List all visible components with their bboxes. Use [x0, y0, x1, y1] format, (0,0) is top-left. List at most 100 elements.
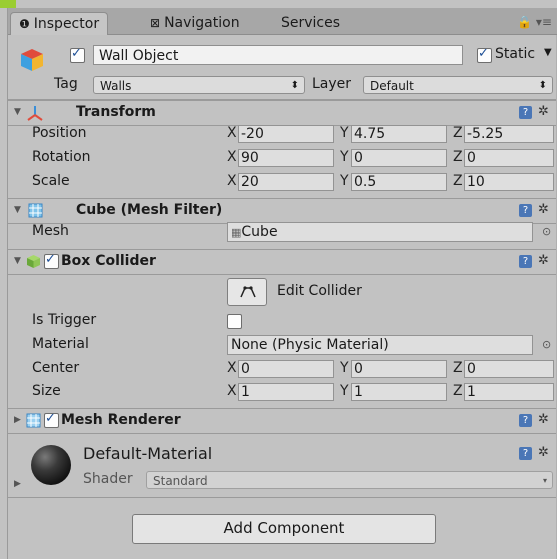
- center-label: Center: [32, 360, 80, 376]
- rotation-x-field[interactable]: 90: [238, 149, 334, 167]
- layer-value: Default: [370, 79, 414, 93]
- help-icon[interactable]: ?: [519, 447, 532, 460]
- physic-material-field[interactable]: None (Physic Material): [227, 335, 533, 355]
- foldout-arrow-icon[interactable]: ▼: [14, 205, 21, 215]
- mesh-renderer-enabled-checkbox[interactable]: [44, 411, 59, 428]
- mesh-renderer-title: Mesh Renderer: [61, 412, 181, 428]
- rotation-y-field[interactable]: 0: [351, 149, 447, 167]
- axis-x-label: X: [227, 173, 237, 189]
- info-icon: ❶: [19, 17, 30, 31]
- size-x-field[interactable]: 1: [238, 383, 334, 401]
- axis-y-label: Y: [340, 173, 349, 189]
- axis-y-label: Y: [340, 149, 349, 165]
- edit-collider-button[interactable]: [227, 278, 267, 306]
- axis-y-label: Y: [340, 383, 349, 399]
- active-checkbox[interactable]: [70, 46, 85, 63]
- mesh-filter-title: Cube (Mesh Filter): [76, 202, 223, 218]
- mesh-renderer-icon: [26, 413, 41, 428]
- axis-z-label: Z: [453, 149, 463, 165]
- mesh-renderer-header[interactable]: ▶ Mesh Renderer ? ✲: [8, 408, 557, 434]
- is-trigger-checkbox[interactable]: [227, 314, 242, 329]
- axis-x-label: X: [227, 149, 237, 165]
- transform-header[interactable]: ▼ Transform ? ✲: [8, 100, 557, 126]
- gear-icon[interactable]: ✲: [538, 104, 549, 119]
- material-name: Default-Material: [83, 444, 213, 463]
- mesh-field[interactable]: ▦Cube: [227, 222, 533, 242]
- box-collider-header[interactable]: ▼ Box Collider ? ✲: [8, 249, 557, 275]
- object-picker-icon[interactable]: ⊙: [542, 225, 551, 238]
- box-collider-title: Box Collider: [61, 253, 156, 269]
- mesh-filter-header[interactable]: ▼ Cube (Mesh Filter) ? ✲: [8, 198, 557, 224]
- transform-title: Transform: [76, 104, 156, 120]
- object-picker-icon[interactable]: ⊙: [542, 338, 551, 351]
- lock-menu-icon[interactable]: 🔒 ▾≡: [517, 15, 552, 29]
- shader-value: Standard: [153, 474, 208, 488]
- layer-dropdown[interactable]: Default ⬍: [363, 76, 553, 94]
- tab-services[interactable]: Services: [281, 12, 340, 34]
- material-section: ▶ Default-Material ? ✲ Shader Standard ▾: [8, 433, 557, 498]
- object-name-field[interactable]: Wall Object: [93, 45, 463, 65]
- foldout-arrow-icon[interactable]: ▼: [14, 107, 21, 117]
- scale-y-field[interactable]: 0.5: [351, 173, 447, 191]
- help-icon[interactable]: ?: [519, 255, 532, 268]
- foldout-arrow-icon[interactable]: ▶: [14, 479, 21, 489]
- help-icon[interactable]: ?: [519, 414, 532, 427]
- transform-axes-icon: [27, 106, 43, 121]
- axis-y-label: Y: [340, 360, 349, 376]
- axis-x-label: X: [227, 360, 237, 376]
- tag-label: Tag: [54, 76, 78, 92]
- gear-icon[interactable]: ✲: [538, 412, 549, 427]
- scale-x-field[interactable]: 20: [238, 173, 334, 191]
- tab-bar: ❶ Inspector ⊠ Navigation Services 🔒 ▾≡: [8, 8, 557, 35]
- scale-z-field[interactable]: 10: [464, 173, 554, 191]
- center-z-field[interactable]: 0: [464, 360, 554, 378]
- position-x-field[interactable]: -20: [238, 125, 334, 143]
- axis-z-label: Z: [453, 360, 463, 376]
- tab-navigation[interactable]: ⊠ Navigation: [150, 12, 240, 34]
- axis-z-label: Z: [453, 383, 463, 399]
- is-trigger-label: Is Trigger: [32, 312, 97, 328]
- mesh-value: Cube: [241, 224, 278, 240]
- static-checkbox[interactable]: [477, 46, 492, 63]
- foldout-arrow-icon[interactable]: ▶: [14, 415, 21, 425]
- size-y-field[interactable]: 1: [351, 383, 447, 401]
- navigation-icon: ⊠: [150, 16, 161, 30]
- layer-label: Layer: [312, 76, 352, 92]
- shader-dropdown[interactable]: Standard ▾: [146, 471, 553, 489]
- position-label: Position: [32, 125, 87, 141]
- tag-dropdown[interactable]: Walls ⬍: [93, 76, 305, 94]
- axis-y-label: Y: [340, 125, 349, 141]
- scale-label: Scale: [32, 173, 70, 189]
- rotation-z-field[interactable]: 0: [464, 149, 554, 167]
- tab-services-label: Services: [281, 15, 341, 31]
- size-z-field[interactable]: 1: [464, 383, 554, 401]
- window-corner-accent: [0, 0, 16, 8]
- position-y-field[interactable]: 4.75: [351, 125, 447, 143]
- mesh-filter-icon: [28, 203, 43, 218]
- shader-label: Shader: [83, 471, 133, 487]
- dropdown-arrow-icon: ⬍: [290, 80, 299, 91]
- box-collider-enabled-checkbox[interactable]: [44, 252, 59, 269]
- center-y-field[interactable]: 0: [351, 360, 447, 378]
- gameobject-cube-icon: [21, 49, 43, 71]
- tab-inspector[interactable]: ❶ Inspector: [10, 12, 109, 35]
- foldout-arrow-icon[interactable]: ▼: [14, 256, 21, 266]
- axis-x-label: X: [227, 383, 237, 399]
- mesh-label: Mesh: [32, 223, 69, 239]
- gear-icon[interactable]: ✲: [538, 202, 549, 217]
- gear-icon[interactable]: ✲: [538, 445, 549, 460]
- mesh-asset-icon: ▦: [231, 226, 242, 239]
- gear-icon[interactable]: ✲: [538, 253, 549, 268]
- static-dropdown-icon[interactable]: ▼: [544, 47, 552, 58]
- static-label: Static: [495, 46, 536, 62]
- help-icon[interactable]: ?: [519, 106, 532, 119]
- edit-collider-label: Edit Collider: [277, 283, 362, 299]
- dropdown-arrow-icon: ▾: [542, 476, 547, 485]
- rotation-label: Rotation: [32, 149, 91, 165]
- add-component-button[interactable]: Add Component: [132, 514, 436, 544]
- center-x-field[interactable]: 0: [238, 360, 334, 378]
- help-icon[interactable]: ?: [519, 204, 532, 217]
- tag-value: Walls: [100, 79, 132, 93]
- position-z-field[interactable]: -5.25: [464, 125, 554, 143]
- material-label: Material: [32, 336, 89, 352]
